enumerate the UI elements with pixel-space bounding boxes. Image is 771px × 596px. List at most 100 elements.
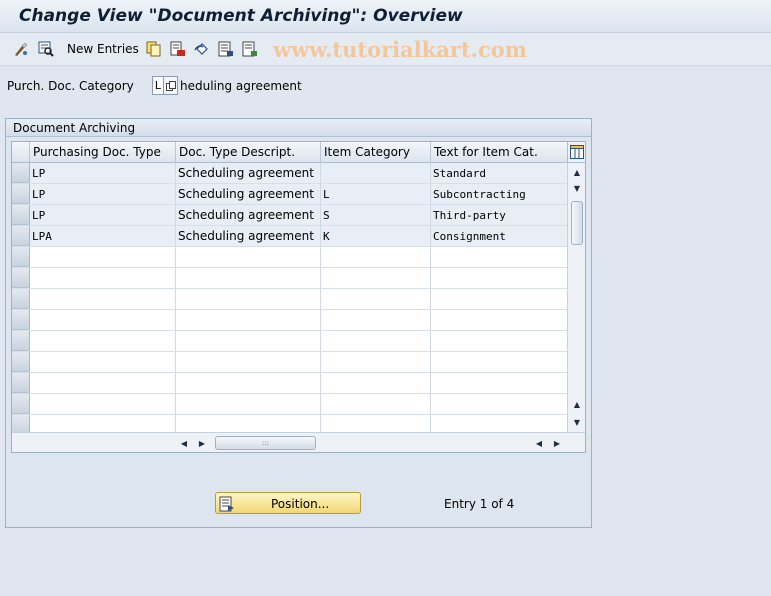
scroll-right-end-icon[interactable]: ▶ (551, 436, 563, 450)
cell-item-category: K (321, 226, 431, 246)
empty-cell[interactable] (30, 394, 176, 414)
table-row[interactable]: LP Scheduling agreement Standard (12, 163, 567, 184)
details-icon[interactable] (37, 40, 55, 58)
value-help-icon[interactable] (163, 76, 178, 95)
scroll-right-icon[interactable]: ▶ (196, 436, 208, 450)
empty-cell[interactable] (321, 373, 431, 393)
new-entries-button[interactable]: New Entries (67, 42, 139, 56)
cell-text-for-item-cat: Consignment (433, 230, 506, 243)
empty-cell[interactable] (176, 289, 321, 309)
cell-purchasing-doc-type: LPA (30, 226, 176, 246)
table-row[interactable]: LP Scheduling agreement S Third-party (12, 205, 567, 226)
row-selector[interactable] (12, 184, 30, 204)
empty-table-row[interactable] (12, 331, 567, 352)
copy-icon[interactable] (145, 40, 163, 58)
entry-counter: Entry 1 of 4 (444, 497, 515, 511)
table-row[interactable]: LP Scheduling agreement L Subcontracting (12, 184, 567, 205)
group-title: Document Archiving (6, 119, 591, 137)
empty-cell[interactable] (176, 310, 321, 330)
row-selector[interactable] (12, 352, 30, 372)
empty-cell[interactable] (30, 268, 176, 288)
empty-cell[interactable] (431, 289, 567, 309)
horizontal-scrollbar[interactable]: ◀ ▶ ::: ◀ ▶ (12, 432, 585, 452)
cell-item-category (321, 163, 431, 183)
display-change-icon[interactable] (12, 40, 30, 58)
column-header-purchasing-doc-type[interactable]: Purchasing Doc. Type (30, 142, 176, 163)
row-selector[interactable] (12, 373, 30, 393)
scroll-left-icon[interactable]: ◀ (178, 436, 190, 450)
delete-icon[interactable] (169, 40, 187, 58)
row-selector[interactable] (12, 289, 30, 309)
cell-text-for-item-cat: Third-party (433, 209, 506, 222)
empty-table-row[interactable] (12, 289, 567, 310)
empty-cell[interactable] (30, 310, 176, 330)
scroll-up-icon[interactable]: ▼ (570, 181, 584, 195)
cell-purchasing-doc-type: LP (30, 163, 176, 183)
empty-cell[interactable] (176, 331, 321, 351)
application-toolbar: New Entries www.tutorialkart.com (0, 33, 771, 66)
undo-icon[interactable] (193, 40, 211, 58)
empty-cell[interactable] (321, 289, 431, 309)
empty-cell[interactable] (176, 373, 321, 393)
empty-cell[interactable] (431, 268, 567, 288)
empty-cell[interactable] (176, 268, 321, 288)
row-selector[interactable] (12, 310, 30, 330)
empty-cell[interactable] (321, 310, 431, 330)
purch-doc-category-description: heduling agreement (180, 78, 302, 93)
empty-cell[interactable] (431, 373, 567, 393)
empty-cell[interactable] (431, 247, 567, 267)
empty-table-row[interactable] (12, 247, 567, 268)
scroll-down-icon[interactable]: ▼ (570, 415, 584, 429)
empty-cell[interactable] (176, 352, 321, 372)
empty-cell[interactable] (321, 331, 431, 351)
column-header-doc-type-descript[interactable]: Doc. Type Descript. (176, 142, 321, 163)
position-button[interactable]: Position... (215, 492, 361, 514)
empty-cell[interactable] (176, 247, 321, 267)
empty-table-row[interactable] (12, 352, 567, 373)
empty-table-row[interactable] (12, 373, 567, 394)
scroll-left-end-icon[interactable]: ◀ (533, 436, 545, 450)
empty-cell[interactable] (30, 352, 176, 372)
empty-cell[interactable] (30, 373, 176, 393)
empty-cell[interactable] (30, 331, 176, 351)
row-selector[interactable] (12, 247, 30, 267)
empty-cell[interactable] (431, 394, 567, 414)
scroll-first-icon[interactable]: ▲ (570, 165, 584, 179)
page-title: Change View "Document Archiving": Overvi… (19, 6, 463, 26)
document-archiving-table: Purchasing Doc. Type Doc. Type Descript.… (11, 141, 586, 453)
purch-doc-category-label: Purch. Doc. Category (7, 79, 134, 93)
empty-cell[interactable] (30, 289, 176, 309)
empty-table-row[interactable] (12, 310, 567, 331)
row-selector[interactable] (12, 205, 30, 225)
empty-cell[interactable] (321, 268, 431, 288)
position-button-label: Position... (271, 497, 330, 511)
column-header-item-category[interactable]: Item Category (321, 142, 431, 163)
row-selector[interactable] (12, 268, 30, 288)
row-selector[interactable] (12, 331, 30, 351)
row-selector[interactable] (12, 163, 30, 183)
empty-cell[interactable] (321, 352, 431, 372)
empty-cell[interactable] (431, 310, 567, 330)
empty-cell[interactable] (176, 394, 321, 414)
row-selector[interactable] (12, 394, 30, 414)
table-row[interactable]: LPA Scheduling agreement K Consignment (12, 226, 567, 247)
select-all-rows-cell[interactable] (12, 142, 30, 163)
empty-cell[interactable] (321, 247, 431, 267)
deselect-all-icon[interactable] (241, 40, 259, 58)
empty-cell[interactable] (321, 394, 431, 414)
select-all-icon[interactable] (217, 40, 235, 58)
vertical-scrollbar[interactable]: ▲ ▼ ▲ ▼ (567, 163, 585, 432)
cell-doc-type-descript: Scheduling agreement (176, 226, 321, 246)
empty-cell[interactable] (30, 247, 176, 267)
empty-table-row[interactable] (12, 394, 567, 415)
row-selector[interactable] (12, 226, 30, 246)
empty-cell[interactable] (431, 331, 567, 351)
empty-cell[interactable] (431, 352, 567, 372)
scroll-page-up-icon[interactable]: ▲ (570, 397, 584, 411)
horizontal-scroll-thumb[interactable]: ::: (215, 436, 316, 450)
column-header-text-for-item-cat[interactable]: Text for Item Cat. (431, 142, 567, 163)
cell-doc-type-descript: Scheduling agreement (176, 163, 321, 183)
vertical-scroll-thumb[interactable] (571, 201, 583, 245)
empty-table-row[interactable] (12, 268, 567, 289)
table-settings-icon[interactable] (567, 142, 585, 163)
